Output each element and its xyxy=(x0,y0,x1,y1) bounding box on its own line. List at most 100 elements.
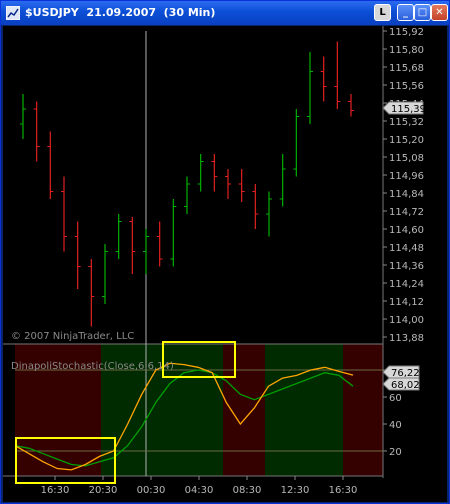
price-bar xyxy=(266,191,272,237)
indicator-label: DinapoliStochastic(Close,6,6,14) xyxy=(11,361,174,372)
svg-text:115,68: 115,68 xyxy=(389,63,424,74)
price-bar xyxy=(293,109,300,177)
price-bar xyxy=(129,217,136,274)
svg-text:16:30: 16:30 xyxy=(41,485,70,496)
price-bar xyxy=(279,154,286,207)
price-tick: 114,96 xyxy=(383,171,424,182)
zone-green-2 xyxy=(265,344,343,476)
price-tick: 115,92 xyxy=(383,27,424,38)
time-tick: 20:30 xyxy=(89,476,118,496)
price-bar xyxy=(252,184,259,229)
price-tick: 114,00 xyxy=(383,315,424,326)
price-bar xyxy=(307,52,313,124)
price-bars xyxy=(20,41,354,327)
time-axis: 16:30 20:30 00:30 04:30 08:30 12:30 16:3… xyxy=(41,476,358,496)
price-bar xyxy=(348,94,354,117)
price-bar xyxy=(33,101,40,162)
price-tick: 114,84 xyxy=(383,189,424,200)
svg-text:115,92: 115,92 xyxy=(389,27,424,38)
price-tick: 115,56 xyxy=(383,81,424,92)
svg-text:115,39: 115,39 xyxy=(391,104,426,115)
price-bar xyxy=(334,41,341,109)
price-tick: 113,88 xyxy=(383,333,424,344)
svg-text:04:30: 04:30 xyxy=(185,485,214,496)
svg-text:113,88: 113,88 xyxy=(389,333,424,344)
svg-text:114,84: 114,84 xyxy=(389,189,424,200)
price-bar xyxy=(156,221,163,267)
price-tick: 115,32 xyxy=(383,117,424,128)
svg-text:115,20: 115,20 xyxy=(389,135,424,146)
svg-text:114,24: 114,24 xyxy=(389,279,424,290)
price-bar xyxy=(225,169,231,199)
price-tick: 115,08 xyxy=(383,153,424,164)
svg-text:76,22: 76,22 xyxy=(391,368,420,379)
price-bar xyxy=(20,94,26,139)
price-bar xyxy=(211,154,218,192)
slow-value-tag: 68,02 xyxy=(382,377,420,391)
price-tick: 114,12 xyxy=(383,297,424,308)
price-tick: 114,60 xyxy=(383,225,424,236)
svg-text:20: 20 xyxy=(389,447,402,458)
chart-svg: 115,92 115,80 115,68 115,56 115,44 115,3… xyxy=(3,26,426,496)
legend-button[interactable]: L xyxy=(374,4,391,21)
price-tick: 115,68 xyxy=(383,63,424,74)
price-bar xyxy=(47,131,54,199)
price-tick: 114,48 xyxy=(383,243,424,254)
last-price-tag: 115,39 xyxy=(382,101,426,115)
copyright-text: © 2007 NinjaTrader, LLC xyxy=(11,331,134,342)
window-title: $USDJPY 21.09.2007 (30 Min) xyxy=(25,6,216,19)
chart-app-icon xyxy=(6,6,20,20)
svg-text:12:30: 12:30 xyxy=(281,485,310,496)
indicator-tick: 40 xyxy=(383,420,402,431)
time-tick: 12:30 xyxy=(281,476,310,496)
svg-text:115,32: 115,32 xyxy=(389,117,424,128)
svg-text:20:30: 20:30 xyxy=(89,485,118,496)
svg-text:60: 60 xyxy=(389,393,402,404)
time-tick: 16:30 xyxy=(329,476,358,496)
svg-text:114,36: 114,36 xyxy=(389,261,424,272)
close-button[interactable]: ✕ xyxy=(431,4,448,21)
svg-text:115,56: 115,56 xyxy=(389,81,424,92)
svg-text:114,48: 114,48 xyxy=(389,243,424,254)
chart-area[interactable]: 115,92 115,80 115,68 115,56 115,44 115,3… xyxy=(3,26,447,502)
svg-text:114,12: 114,12 xyxy=(389,297,424,308)
price-bar xyxy=(184,176,190,214)
svg-text:68,02: 68,02 xyxy=(391,380,420,391)
svg-text:114,60: 114,60 xyxy=(389,225,424,236)
price-tick: 115,20 xyxy=(383,135,424,146)
svg-text:16:30: 16:30 xyxy=(329,485,358,496)
svg-text:114,96: 114,96 xyxy=(389,171,424,182)
price-bar xyxy=(238,169,245,202)
price-bar xyxy=(320,56,327,102)
svg-text:114,00: 114,00 xyxy=(389,315,424,326)
svg-text:115,08: 115,08 xyxy=(389,153,424,164)
price-tick: 115,80 xyxy=(383,45,424,56)
price-axis: 115,92 115,80 115,68 115,56 115,44 115,3… xyxy=(383,27,424,344)
title-bar[interactable]: $USDJPY 21.09.2007 (30 Min) L _ □ ✕ xyxy=(1,1,449,25)
indicator-tick: 20 xyxy=(383,447,402,458)
zone-red-2 xyxy=(223,344,265,476)
fast-value-tag: 76,22 xyxy=(382,365,420,379)
price-bar xyxy=(115,214,122,259)
price-bar xyxy=(88,259,95,327)
indicator-tick: 60 xyxy=(383,393,402,404)
price-bar xyxy=(74,221,81,289)
price-bar xyxy=(170,199,177,267)
svg-text:00:30: 00:30 xyxy=(137,485,166,496)
price-bar xyxy=(61,176,67,252)
time-tick: 00:30 xyxy=(137,476,166,496)
svg-text:40: 40 xyxy=(389,420,402,431)
time-tick: 16:30 xyxy=(41,476,70,496)
chart-window: $USDJPY 21.09.2007 (30 Min) L _ □ ✕ 115,… xyxy=(0,0,450,504)
time-tick: 04:30 xyxy=(185,476,214,496)
price-tick: 114,72 xyxy=(383,207,424,218)
price-tick: 114,36 xyxy=(383,261,424,272)
price-bar xyxy=(143,229,149,274)
svg-text:115,80: 115,80 xyxy=(389,45,424,56)
time-tick: 08:30 xyxy=(233,476,262,496)
svg-text:114,72: 114,72 xyxy=(389,207,424,218)
maximize-button[interactable]: □ xyxy=(414,4,431,21)
svg-text:08:30: 08:30 xyxy=(233,485,262,496)
price-bar xyxy=(197,154,204,192)
minimize-button[interactable]: _ xyxy=(397,4,414,21)
